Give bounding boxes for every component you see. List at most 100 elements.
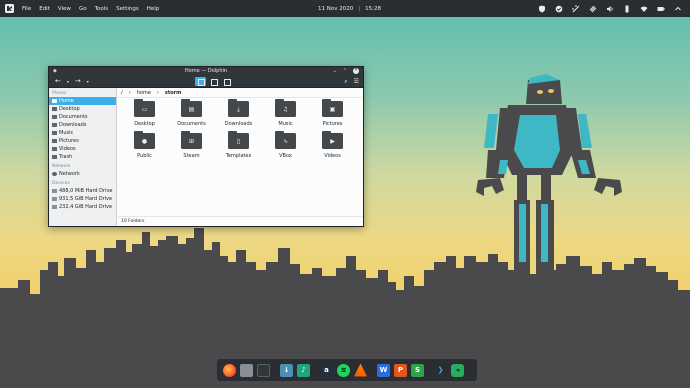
folder-item-pictures[interactable]: ▣ Pictures [309, 99, 356, 127]
hamburger-menu-icon[interactable]: ☰ [354, 77, 359, 86]
folder-label: Desktop [134, 121, 155, 127]
clock-separator: | [358, 5, 361, 12]
folder-item-desktop[interactable]: ▭ Desktop [121, 99, 168, 127]
menu-settings[interactable]: Settings [116, 6, 139, 12]
folder-label: Videos [324, 153, 341, 159]
view-mode-switcher [195, 77, 232, 86]
places-header: Places [52, 91, 67, 96]
dock: ↓ ♪ a ≋ W P S ❯ ◂ [217, 359, 477, 381]
folder-item-videos[interactable]: ▶ Videos [309, 131, 356, 159]
forward-icon[interactable]: → [75, 77, 81, 86]
details-view-icon[interactable] [221, 77, 232, 86]
forward-dropdown-icon[interactable]: ▾ [87, 77, 89, 86]
back-icon[interactable]: ← [55, 77, 61, 86]
sidebar-item-music[interactable]: Music [49, 129, 116, 137]
sidebar-item-drive-2[interactable]: 931,5 GiB Hard Drive [49, 195, 116, 203]
folder-label: Public [137, 153, 152, 159]
kde-logo-icon[interactable] [5, 4, 14, 13]
sidebar-item-drive-3[interactable]: 232,4 GiB Hard Drive [49, 203, 116, 211]
window-titlebar[interactable]: ◆ Home — Dolphin ⌄ ⌃ ✕ [49, 67, 363, 75]
pictures-icon [52, 139, 57, 143]
battery-icon[interactable] [657, 5, 665, 13]
sidebar-item-home[interactable]: Home [49, 97, 116, 105]
close-icon[interactable]: ✕ [353, 68, 359, 74]
menu-help[interactable]: Help [147, 6, 160, 12]
clock-date: 11 Nov 2020 [318, 5, 354, 12]
templates-folder-icon: ▯ [228, 131, 249, 149]
documents-icon [52, 115, 57, 119]
robot-illustration [476, 74, 622, 274]
sidebar-item-label: 931,5 GiB Hard Drive [59, 196, 113, 202]
documents-folder-icon: ▤ [181, 99, 202, 117]
sidebar-item-documents[interactable]: Documents [49, 113, 116, 121]
folder-item-documents[interactable]: ▤ Documents [168, 99, 215, 127]
folder-item-music[interactable]: ♫ Music [262, 99, 309, 127]
phone-icon[interactable] [623, 5, 631, 13]
expand-tray-icon[interactable] [674, 5, 682, 13]
folder-item-steam[interactable]: ⊞ Steam [168, 131, 215, 159]
music-icon [52, 131, 57, 135]
icons-view-icon[interactable] [195, 77, 206, 86]
volume-icon[interactable] [606, 5, 614, 13]
sidebar-item-videos[interactable]: Videos [49, 145, 116, 153]
compact-view-icon[interactable] [208, 77, 219, 86]
wps-presentation-icon[interactable]: P [394, 363, 407, 377]
sidebar-item-label: 232,4 GiB Hard Drive [59, 204, 113, 210]
terminal-icon[interactable] [257, 363, 270, 377]
sidebar-item-trash[interactable]: Trash [49, 153, 116, 161]
sidebar-item-pictures[interactable]: Pictures [49, 137, 116, 145]
network-header: Network [52, 164, 71, 169]
menu-file[interactable]: File [22, 6, 31, 12]
desktop-folder-icon: ▭ [134, 99, 155, 117]
videos-folder-icon: ▶ [322, 131, 343, 149]
folder-item-downloads[interactable]: ⤓ Downloads [215, 99, 262, 127]
hard-drive-icon [52, 189, 57, 193]
updates-check-icon[interactable] [555, 5, 563, 13]
sidebar-item-downloads[interactable]: Downloads [49, 121, 116, 129]
hard-drive-icon [52, 205, 57, 209]
wps-spreadsheet-icon[interactable]: S [411, 363, 424, 377]
file-manager-icon[interactable] [240, 363, 253, 377]
devices-header: Devices [52, 181, 70, 186]
clock[interactable]: 11 Nov 2020 | 15:28 [318, 0, 381, 17]
search-icon[interactable]: ⌕ [344, 77, 347, 86]
folder-item-templates[interactable]: ▯ Templates [215, 131, 262, 159]
vscode-icon[interactable]: ❯ [434, 364, 447, 377]
nav-buttons: ← ▾ → ▾ [55, 77, 89, 86]
breadcrumb-current[interactable]: storm [165, 90, 181, 96]
cantata-icon[interactable]: ♪ [297, 363, 310, 377]
folder-item-vbox[interactable]: ∿ VBox [262, 131, 309, 159]
breadcrumb-root[interactable]: / [121, 90, 123, 96]
sidebar-item-network[interactable]: Network [49, 170, 116, 178]
kdeconnect-tray-icon[interactable] [572, 4, 580, 13]
maximize-icon[interactable]: ⌃ [343, 67, 347, 75]
pin-icon[interactable]: ◆ [53, 67, 57, 75]
sidebar-item-drive-1[interactable]: 488,0 MiB Hard Drive [49, 187, 116, 195]
vlc-icon[interactable] [354, 363, 367, 377]
toolbar: ← ▾ → ▾ ⌕ ☰ [49, 75, 363, 88]
menu-go[interactable]: Go [79, 6, 87, 12]
folder-item-public[interactable]: ● Public [121, 131, 168, 159]
folder-label: VBox [279, 153, 292, 159]
downloads-icon[interactable]: ↓ [280, 363, 293, 377]
minimize-icon[interactable]: ⌄ [333, 67, 337, 75]
window-title: Home — Dolphin [184, 68, 228, 74]
back-dropdown-icon[interactable]: ▾ [67, 77, 69, 86]
kdeconnect-icon[interactable]: ◂ [451, 363, 464, 377]
firefox-icon[interactable] [223, 363, 236, 377]
wps-writer-icon[interactable]: W [377, 363, 390, 377]
amazon-icon[interactable]: a [320, 363, 333, 377]
breadcrumb-home[interactable]: home [137, 90, 151, 96]
clipboard-icon[interactable] [589, 5, 597, 13]
file-view: / › home › storm ▭ Desktop ▤ Documents ⤓ Do… [118, 88, 363, 226]
spotify-icon[interactable]: ≋ [337, 363, 350, 377]
sidebar-item-label: Music [59, 130, 74, 136]
menu-edit[interactable]: Edit [39, 6, 50, 12]
wifi-icon[interactable] [640, 5, 648, 13]
dolphin-window: ◆ Home — Dolphin ⌄ ⌃ ✕ ← ▾ → ▾ ⌕ ☰ Place… [48, 66, 364, 227]
hard-drive-icon [52, 197, 57, 201]
menu-tools[interactable]: Tools [95, 6, 109, 12]
shield-icon[interactable] [538, 5, 546, 13]
sidebar-item-desktop[interactable]: Desktop [49, 105, 116, 113]
menu-view[interactable]: View [58, 6, 71, 12]
